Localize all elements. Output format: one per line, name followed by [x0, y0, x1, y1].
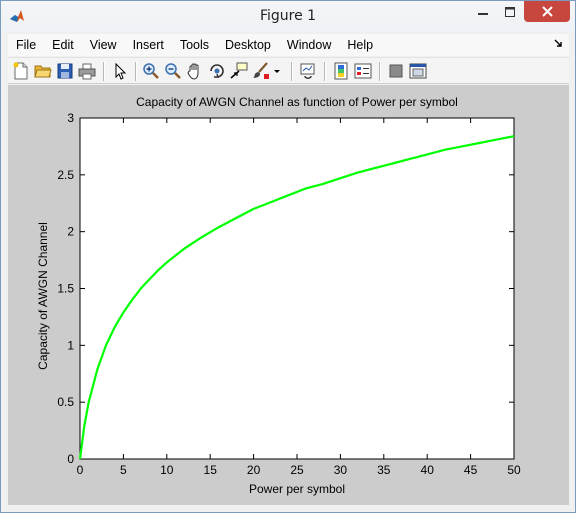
x-axis-label: Power per symbol [248, 482, 346, 496]
y-tick-label: 2.5 [57, 168, 74, 182]
y-tick-label: 1.5 [57, 282, 74, 296]
x-tick-label: 5 [120, 463, 127, 477]
x-tick-label: 10 [160, 463, 174, 477]
x-tick-label: 45 [464, 463, 478, 477]
plot-area [79, 117, 515, 460]
y-tick-label: 2 [67, 225, 74, 239]
x-tick-label: 30 [334, 463, 348, 477]
x-tick-label: 35 [377, 463, 391, 477]
plot-axes[interactable]: 0 5 10 15 20 25 30 35 40 45 50 0 0.5 1 1.5 2 2.5 3 [0, 0, 576, 513]
x-tick-label: 50 [507, 463, 521, 477]
y-tick-label: 3 [67, 111, 74, 125]
x-tick-label: 20 [247, 463, 261, 477]
y-tick-label: 0 [67, 452, 74, 466]
y-tick-label: 1 [67, 338, 74, 352]
x-tick-label: 15 [204, 463, 218, 477]
x-tick-label: 40 [421, 463, 435, 477]
x-tick-label: 0 [77, 463, 84, 477]
y-tick-label: 0.5 [57, 395, 74, 409]
x-tick-label: 25 [290, 463, 304, 477]
y-axis-label: Capacity of AWGN Channel [36, 222, 50, 370]
chart-title: Capacity of AWGN Channel as function of … [136, 95, 458, 109]
